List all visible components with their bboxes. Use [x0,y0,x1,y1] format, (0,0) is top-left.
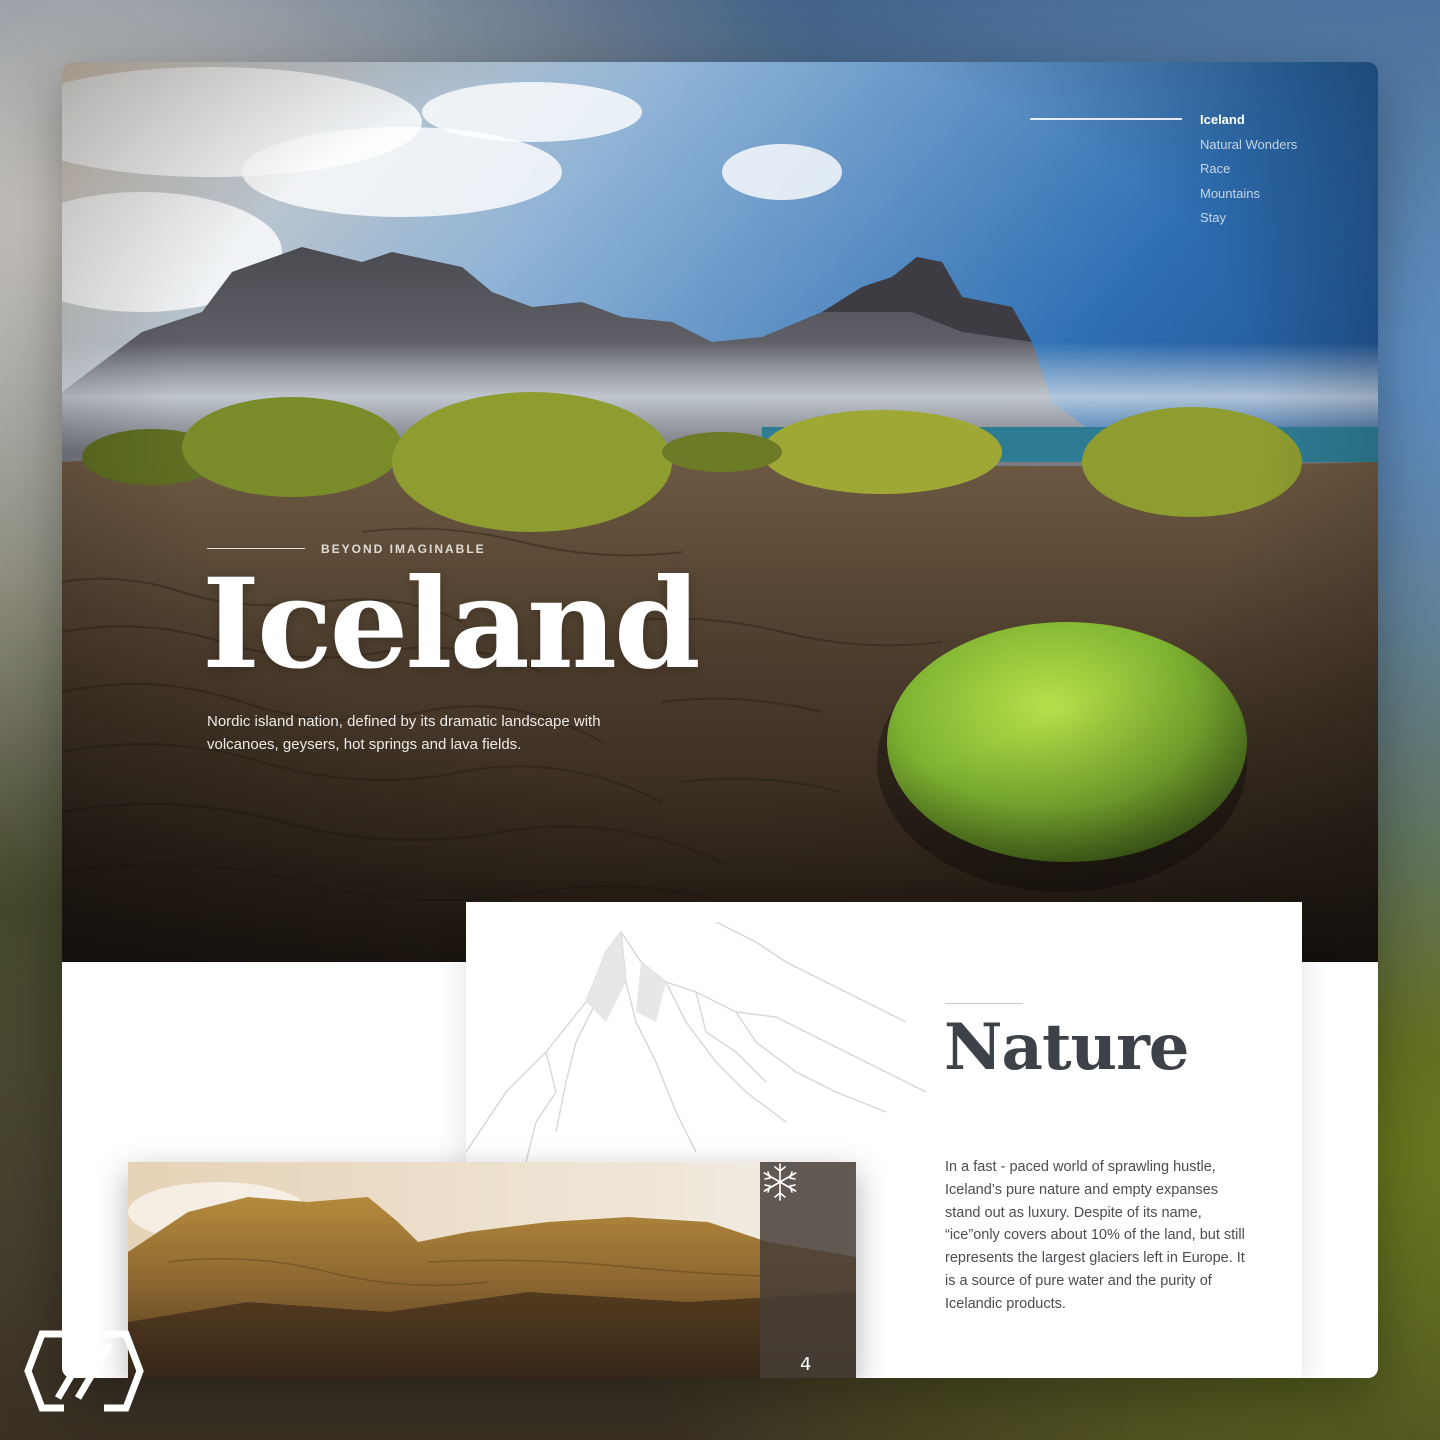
eyebrow-divider [207,548,305,549]
nav-item-stay[interactable]: Stay [1200,206,1360,231]
mountain-photo-image [128,1162,856,1378]
nav-active-indicator [1030,118,1182,120]
hexagon-logo-icon [24,1330,144,1412]
hero-title: Iceland [202,552,701,697]
hero-landscape-image [62,62,1378,962]
hero-description: Nordic island nation, defined by its dra… [207,713,601,753]
nav-item-natural-wonders[interactable]: Natural Wonders [1200,133,1360,158]
hero-section: Iceland Natural Wonders Race Mountains S… [62,62,1378,962]
mountain-sketch-illustration [466,922,926,1163]
nature-title: Nature [944,1010,1189,1085]
nav-item-mountains[interactable]: Mountains [1200,182,1360,207]
gallery-photo[interactable]: 4 [128,1162,856,1378]
nav-item-iceland[interactable]: Iceland [1200,108,1360,133]
nature-body: In a fast - paced world of sprawling hus… [945,1159,1245,1312]
nav-list: Iceland Natural Wonders Race Mountains S… [1200,108,1360,231]
nav-item-race[interactable]: Race [1200,157,1360,182]
page-frame: Iceland Natural Wonders Race Mountains S… [62,62,1378,1378]
snowflake-icon [763,1163,797,1201]
gallery-counter: 4 [800,1354,812,1375]
gallery-side-panel: 4 [760,1162,856,1378]
nature-divider [945,1003,1023,1004]
